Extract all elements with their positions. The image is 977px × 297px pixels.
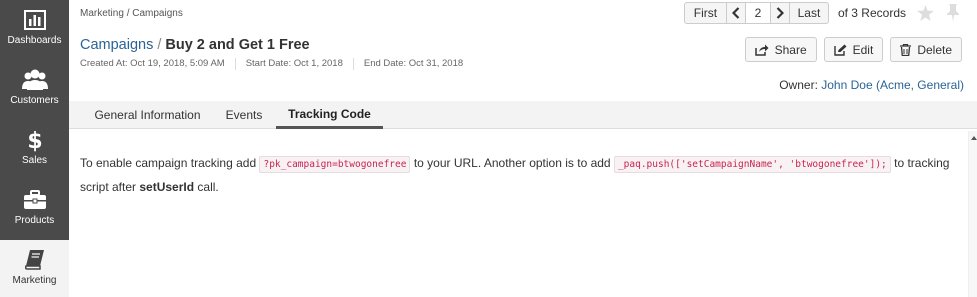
- tab-general-information[interactable]: General Information: [84, 101, 211, 129]
- sidebar-item-label: Dashboards: [7, 35, 62, 46]
- sidebar-item-dashboards[interactable]: Dashboards: [0, 0, 69, 60]
- sidebar-item-label: Sales: [21, 155, 47, 166]
- edit-button[interactable]: Edit: [823, 37, 884, 62]
- tracking-text-1: To enable campaign tracking add: [80, 156, 257, 170]
- record-actions: Share Edit Delete: [738, 37, 962, 62]
- tab-tracking-code[interactable]: Tracking Code: [276, 101, 383, 129]
- set-user-id-text: setUserId: [139, 180, 195, 194]
- pin-icon[interactable]: [944, 4, 962, 22]
- main-content: Marketing / Campaigns First 2 Last of 3 …: [69, 0, 977, 297]
- bar-chart-icon: [0, 9, 69, 31]
- svg-text:$: $: [27, 129, 42, 152]
- created-at: Created At: Oct 19, 2018, 5:09 AM: [80, 58, 225, 69]
- paq-push-code: _paq.push(['setCampaignName', 'btwogonef…: [613, 156, 891, 173]
- briefcase-icon: [0, 189, 69, 211]
- first-record-button[interactable]: First: [683, 2, 727, 24]
- end-date: End Date: Oct 31, 2018: [363, 58, 464, 69]
- sidebar-item-sales[interactable]: $ Sales: [0, 120, 69, 180]
- sidebar-item-products[interactable]: Products: [0, 180, 69, 240]
- sidebar-item-label: Marketing: [12, 275, 57, 286]
- edit-icon: [833, 44, 847, 56]
- owner-name-link[interactable]: John Doe: [821, 78, 872, 92]
- campaign-name: Buy 2 and Get 1 Free: [165, 37, 310, 53]
- record-count: of 3 Records: [837, 6, 906, 20]
- sidebar-item-marketing[interactable]: Marketing: [0, 240, 69, 297]
- delete-button[interactable]: Delete: [890, 37, 962, 62]
- share-label: Share: [774, 42, 807, 57]
- meta-divider: [352, 58, 354, 70]
- book-icon: [0, 249, 69, 271]
- sidebar-nav: Dashboards Customers $ Sales Products Ma…: [0, 0, 69, 297]
- delete-label: Delete: [917, 42, 952, 57]
- chevron-right-icon: [776, 7, 784, 19]
- breadcrumb-separator: /: [126, 8, 130, 19]
- owner-org-link[interactable]: (Acme, General): [876, 78, 964, 92]
- star-icon[interactable]: [916, 4, 934, 22]
- tab-bar: General Information Events Tracking Code: [69, 101, 977, 129]
- scroll-up-arrow-icon[interactable]: [971, 136, 977, 140]
- people-icon: [0, 69, 69, 91]
- content-scrollbar[interactable]: [968, 131, 977, 297]
- sidebar-item-label: Customers: [10, 95, 59, 106]
- title-separator: /: [157, 37, 162, 53]
- meta-divider: [234, 58, 236, 70]
- sidebar-item-customers[interactable]: Customers: [0, 60, 69, 120]
- title-parent-link[interactable]: Campaigns: [80, 37, 153, 53]
- record-pager: First 2 Last of 3 Records: [683, 2, 962, 24]
- tab-events[interactable]: Events: [217, 101, 271, 129]
- campaign-url-param-code: ?pk_campaign=btwogonefree: [259, 156, 411, 173]
- owner-label: Owner:: [779, 78, 818, 92]
- owner-info: Owner: John Doe (Acme, General): [779, 78, 964, 92]
- share-button[interactable]: Share: [744, 37, 817, 62]
- prev-record-button[interactable]: [725, 2, 746, 24]
- last-record-button[interactable]: Last: [788, 2, 829, 24]
- tracking-text-4: call.: [197, 180, 219, 194]
- breadcrumb: Marketing / Campaigns: [80, 8, 183, 19]
- start-date: Start Date: Oct 1, 2018: [245, 58, 343, 69]
- trash-icon: [900, 43, 912, 56]
- sidebar-item-label: Products: [14, 215, 55, 226]
- edit-label: Edit: [852, 42, 874, 57]
- page-title: Campaigns / Buy 2 and Get 1 Free: [80, 37, 310, 53]
- record-meta: Created At: Oct 19, 2018, 5:09 AM Start …: [80, 58, 473, 70]
- chevron-left-icon: [731, 7, 740, 19]
- breadcrumb-marketing[interactable]: Marketing: [80, 8, 124, 19]
- tracking-code-content: To enable campaign tracking add ?pk_camp…: [80, 152, 965, 198]
- breadcrumb-campaigns[interactable]: Campaigns: [132, 8, 183, 19]
- dollar-icon: $: [0, 129, 69, 152]
- tracking-text-2: to your URL. Another option is to add: [413, 156, 611, 170]
- share-icon: [754, 44, 769, 56]
- current-page-number[interactable]: 2: [744, 2, 771, 24]
- next-record-button[interactable]: [769, 2, 790, 24]
